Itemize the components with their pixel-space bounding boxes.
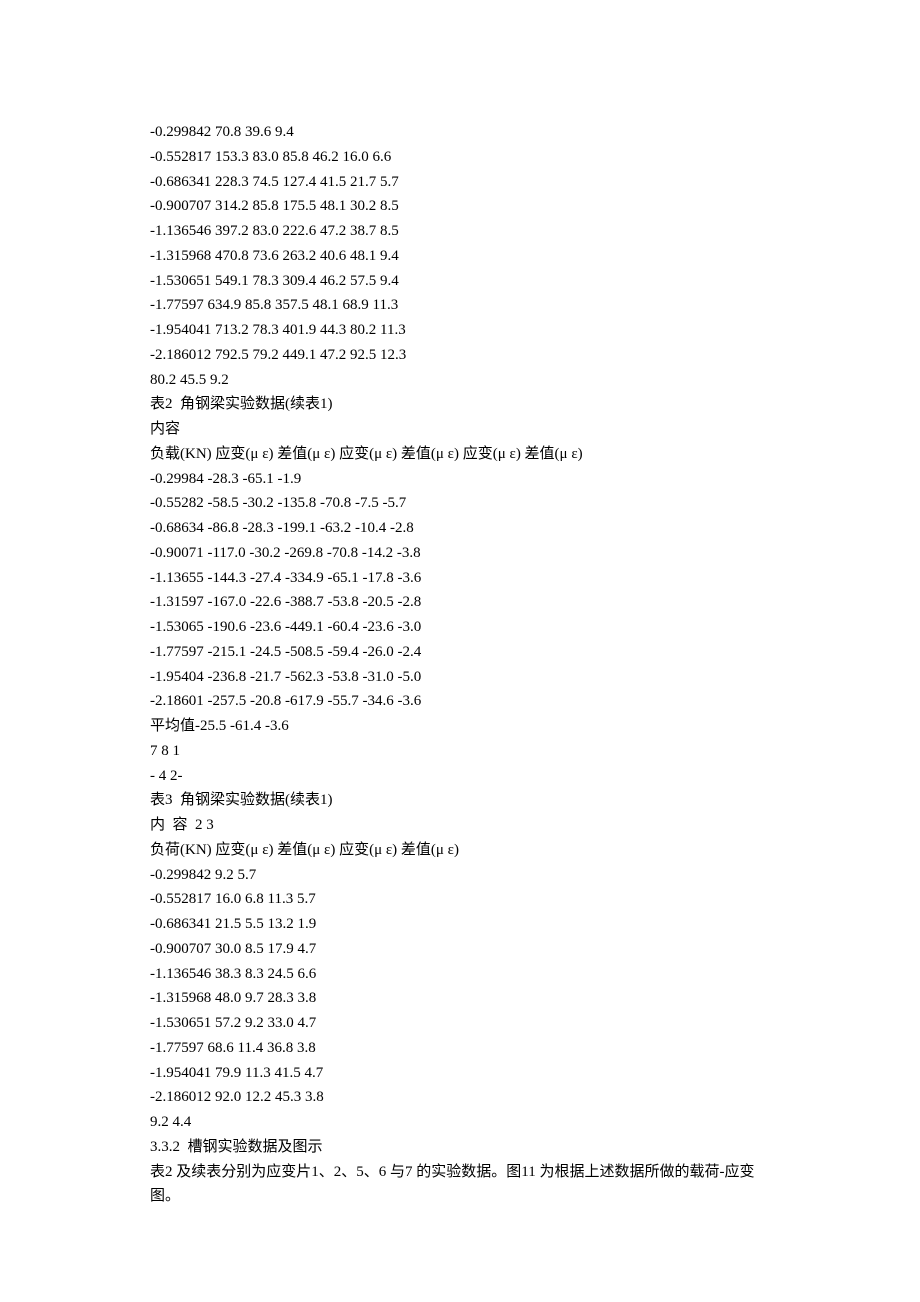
text-line: -0.29984 -28.3 -65.1 -1.9 [150,467,770,492]
text-line: -2.186012 792.5 79.2 449.1 47.2 92.5 12.… [150,343,770,368]
text-line: -2.18601 -257.5 -20.8 -617.9 -55.7 -34.6… [150,689,770,714]
text-line: -1.77597 634.9 85.8 357.5 48.1 68.9 11.3 [150,293,770,318]
text-line: 表3 角钢梁实验数据(续表1) [150,788,770,813]
text-line: -1.53065 -190.6 -23.6 -449.1 -60.4 -23.6… [150,615,770,640]
text-line: -0.68634 -86.8 -28.3 -199.1 -63.2 -10.4 … [150,516,770,541]
text-line: -0.900707 314.2 85.8 175.5 48.1 30.2 8.5 [150,194,770,219]
text-line: -0.55282 -58.5 -30.2 -135.8 -70.8 -7.5 -… [150,491,770,516]
text-line: 负荷(KN) 应变(μ ε) 差值(μ ε) 应变(μ ε) 差值(μ ε) [150,838,770,863]
text-line: -2.186012 92.0 12.2 45.3 3.8 [150,1085,770,1110]
text-line: -1.315968 48.0 9.7 28.3 3.8 [150,986,770,1011]
text-line: -1.13655 -144.3 -27.4 -334.9 -65.1 -17.8… [150,566,770,591]
text-line: 9.2 4.4 [150,1110,770,1135]
text-line: 7 8 1 [150,739,770,764]
text-line: -1.95404 -236.8 -21.7 -562.3 -53.8 -31.0… [150,665,770,690]
text-line: -1.136546 397.2 83.0 222.6 47.2 38.7 8.5 [150,219,770,244]
text-line: 3.3.2 槽钢实验数据及图示 [150,1135,770,1160]
text-line: -0.552817 16.0 6.8 11.3 5.7 [150,887,770,912]
text-line: -0.299842 70.8 39.6 9.4 [150,120,770,145]
text-line: 80.2 45.5 9.2 [150,368,770,393]
text-line: - 4 2- [150,764,770,789]
text-line: -1.31597 -167.0 -22.6 -388.7 -53.8 -20.5… [150,590,770,615]
text-line: 负载(KN) 应变(μ ε) 差值(μ ε) 应变(μ ε) 差值(μ ε) 应… [150,442,770,467]
text-line: 平均值-25.5 -61.4 -3.6 [150,714,770,739]
document-body: -0.299842 70.8 39.6 9.4-0.552817 153.3 8… [150,120,770,1209]
text-line: -1.77597 68.6 11.4 36.8 3.8 [150,1036,770,1061]
text-line: -0.90071 -117.0 -30.2 -269.8 -70.8 -14.2… [150,541,770,566]
text-line: -0.686341 21.5 5.5 13.2 1.9 [150,912,770,937]
text-line: -0.686341 228.3 74.5 127.4 41.5 21.7 5.7 [150,170,770,195]
text-line: 表2 及续表分别为应变片1、2、5、6 与7 的实验数据。图11 为根据上述数据… [150,1160,770,1210]
text-line: -0.552817 153.3 83.0 85.8 46.2 16.0 6.6 [150,145,770,170]
text-line: -0.900707 30.0 8.5 17.9 4.7 [150,937,770,962]
text-line: -1.954041 79.9 11.3 41.5 4.7 [150,1061,770,1086]
text-line: -1.530651 549.1 78.3 309.4 46.2 57.5 9.4 [150,269,770,294]
text-line: -1.315968 470.8 73.6 263.2 40.6 48.1 9.4 [150,244,770,269]
text-line: -1.136546 38.3 8.3 24.5 6.6 [150,962,770,987]
text-line: -1.77597 -215.1 -24.5 -508.5 -59.4 -26.0… [150,640,770,665]
text-line: 内 容 2 3 [150,813,770,838]
text-line: -1.954041 713.2 78.3 401.9 44.3 80.2 11.… [150,318,770,343]
text-line: 内容 [150,417,770,442]
text-line: -0.299842 9.2 5.7 [150,863,770,888]
text-line: -1.530651 57.2 9.2 33.0 4.7 [150,1011,770,1036]
text-line: 表2 角钢梁实验数据(续表1) [150,392,770,417]
